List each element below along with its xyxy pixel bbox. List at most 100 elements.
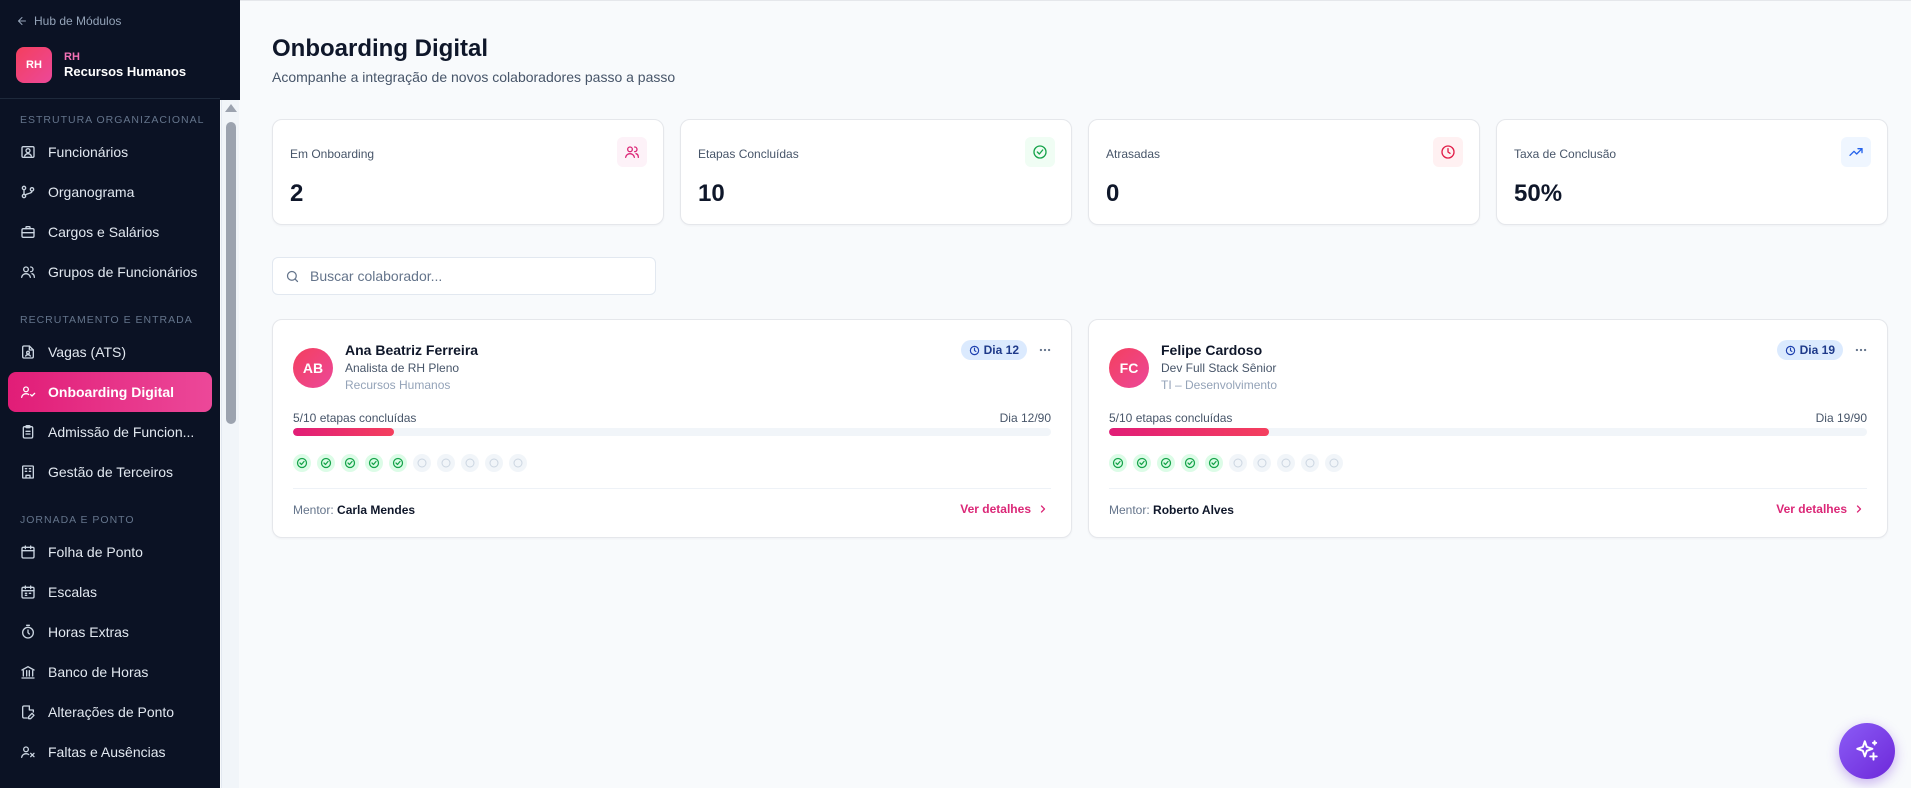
avatar: FC <box>1109 348 1149 388</box>
day-badge: Dia 19 <box>1776 340 1843 360</box>
more-horizontal-icon <box>1854 343 1868 357</box>
sidebar-item-escalas[interactable]: Escalas <box>0 572 212 612</box>
sidebar-item-label: Folha de Ponto <box>48 544 143 560</box>
brand-name: Recursos Humanos <box>64 63 187 79</box>
progress-day: Dia 12/90 <box>999 411 1051 425</box>
sidebar-divider <box>0 98 220 99</box>
sidebar: Hub de Módulos RH RH Recursos Humanos ES… <box>0 0 220 788</box>
search-box <box>272 257 656 295</box>
mentor: Mentor: Carla Mendes <box>293 503 415 517</box>
progress-fill <box>1109 428 1269 436</box>
mentor-label: Mentor: <box>293 503 334 517</box>
step-pending-icon <box>1301 454 1319 472</box>
user-x-icon <box>20 744 36 760</box>
progress-label: 5/10 etapas concluídas <box>293 411 417 425</box>
sidebar-item-vagas[interactable]: Vagas (ATS) <box>0 332 212 372</box>
stat-label: Atrasadas <box>1106 147 1161 161</box>
id-card-icon <box>20 144 36 160</box>
sidebar-item-terceiros[interactable]: Gestão de Terceiros <box>0 452 212 492</box>
stat-value: 0 <box>1106 180 1120 207</box>
step-done-icon <box>1157 454 1175 472</box>
sidebar-top-edge <box>220 0 240 100</box>
sidebar-item-label: Banco de Horas <box>48 664 149 680</box>
sidebar-item-folha-ponto[interactable]: Folha de Ponto <box>0 532 212 572</box>
scroll-thumb[interactable] <box>226 122 236 424</box>
sidebar-item-label: Admissão de Funcion... <box>48 424 195 440</box>
step-done-icon <box>1109 454 1127 472</box>
sidebar-item-banco-horas[interactable]: Banco de Horas <box>0 652 212 692</box>
step-done-icon <box>1181 454 1199 472</box>
step-done-icon <box>389 454 407 472</box>
more-options-button[interactable] <box>1851 340 1871 360</box>
sidebar-scrollbar[interactable] <box>221 100 239 788</box>
user-check-icon <box>20 384 36 400</box>
step-pending-icon <box>1229 454 1247 472</box>
view-details-label: Ver detalhes <box>960 502 1031 516</box>
view-details-link[interactable]: Ver detalhes <box>1776 502 1865 516</box>
sidebar-item-grupos[interactable]: Grupos de Funcionários <box>0 252 212 292</box>
stat-label: Taxa de Conclusão <box>1514 147 1617 161</box>
card-divider <box>293 488 1051 489</box>
file-user-icon <box>20 344 36 360</box>
bank-icon <box>20 664 36 680</box>
page-title: Onboarding Digital <box>272 35 488 62</box>
employee-role: Dev Full Stack Sênior <box>1161 361 1277 375</box>
sidebar-item-onboarding[interactable]: Onboarding Digital <box>8 372 212 412</box>
stat-value: 2 <box>290 180 304 207</box>
step-done-icon <box>293 454 311 472</box>
calendar-grid-icon <box>20 584 36 600</box>
clock-icon <box>1785 345 1796 356</box>
sidebar-item-label: Grupos de Funcionários <box>48 264 198 280</box>
step-indicators <box>293 454 527 472</box>
stat-card-etapas-concluidas: Etapas Concluídas 10 <box>680 119 1072 225</box>
sidebar-item-label: Gestão de Terceiros <box>48 464 174 480</box>
sidebar-item-faltas[interactable]: Faltas e Ausências <box>0 732 212 772</box>
sidebar-item-label: Alterações de Ponto <box>48 704 175 720</box>
users-icon <box>20 264 36 280</box>
ai-assistant-button[interactable] <box>1839 723 1895 779</box>
search-input[interactable] <box>310 268 640 284</box>
employee-name: Ana Beatriz Ferreira <box>345 342 479 358</box>
step-pending-icon <box>437 454 455 472</box>
clock-icon <box>1433 137 1463 167</box>
step-pending-icon <box>1277 454 1295 472</box>
sidebar-item-label: Organograma <box>48 184 135 200</box>
sidebar-item-cargos[interactable]: Cargos e Salários <box>0 212 212 252</box>
sidebar-nav: ESTRUTURA ORGANIZACIONAL Funcionários Or… <box>0 100 220 788</box>
building-icon <box>20 464 36 480</box>
brand-logo: RH <box>16 47 52 83</box>
progress-label: 5/10 etapas concluídas <box>1109 411 1233 425</box>
calendar-icon <box>20 544 36 560</box>
sidebar-item-label: Funcionários <box>48 144 129 160</box>
stat-label: Em Onboarding <box>290 147 375 161</box>
card-divider <box>1109 488 1867 489</box>
view-details-link[interactable]: Ver detalhes <box>960 502 1049 516</box>
main-content: Onboarding Digital Acompanhe a integraçã… <box>240 0 1911 788</box>
hub-link-label: Hub de Módulos <box>34 14 122 28</box>
sidebar-item-organograma[interactable]: Organograma <box>0 172 212 212</box>
scroll-up-arrow[interactable] <box>225 104 237 112</box>
employee-department: Recursos Humanos <box>345 378 451 392</box>
stat-card-em-onboarding: Em Onboarding 2 <box>272 119 664 225</box>
sidebar-item-funcionarios[interactable]: Funcionários <box>0 132 212 172</box>
step-pending-icon <box>485 454 503 472</box>
more-horizontal-icon <box>1038 343 1052 357</box>
briefcase-icon <box>20 224 36 240</box>
brand: RH RH Recursos Humanos <box>16 47 186 83</box>
step-pending-icon <box>1325 454 1343 472</box>
check-circle-icon <box>1025 137 1055 167</box>
stat-value: 50% <box>1514 180 1563 207</box>
step-done-icon <box>1133 454 1151 472</box>
more-options-button[interactable] <box>1035 340 1055 360</box>
sidebar-item-admissao[interactable]: Admissão de Funcion... <box>0 412 212 452</box>
sidebar-item-alteracoes-ponto[interactable]: Alterações de Ponto <box>0 692 212 732</box>
day-badge-label: Dia 19 <box>1799 343 1835 357</box>
clock-icon <box>969 345 980 356</box>
view-details-label: Ver detalhes <box>1776 502 1847 516</box>
sidebar-item-horas-extras[interactable]: Horas Extras <box>0 612 212 652</box>
mentor-name: Roberto Alves <box>1153 503 1234 517</box>
hub-link[interactable]: Hub de Módulos <box>16 14 121 28</box>
step-done-icon <box>365 454 383 472</box>
sparkles-icon <box>1854 738 1880 764</box>
timer-icon <box>20 624 36 640</box>
